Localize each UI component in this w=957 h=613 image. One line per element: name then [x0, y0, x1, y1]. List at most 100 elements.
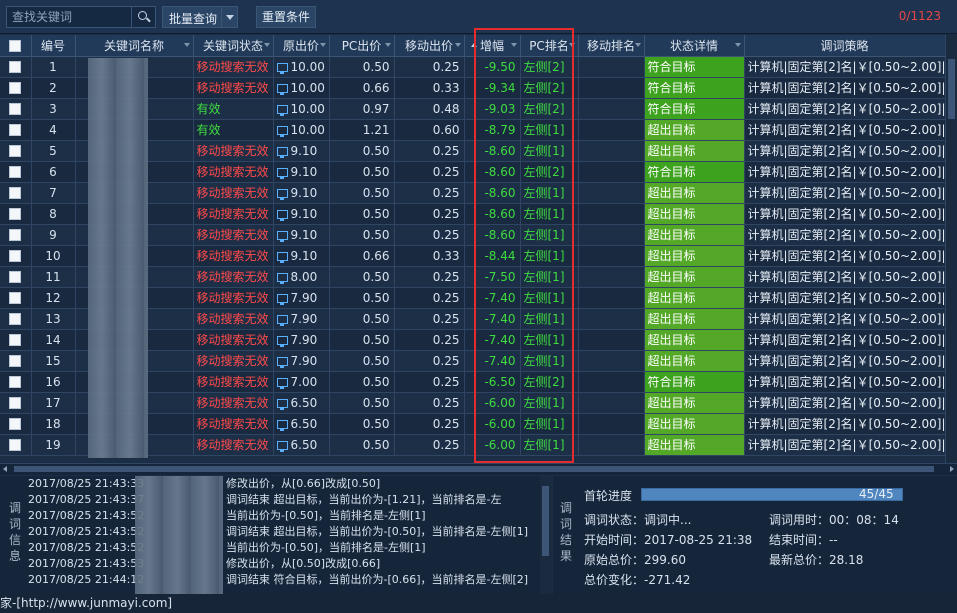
log-side-label: 调词信息 [8, 501, 21, 563]
batch-query-dropdown[interactable]: 批量查询 [162, 6, 238, 28]
row-checkbox[interactable] [9, 439, 22, 451]
row-checkbox[interactable] [9, 250, 22, 262]
header-pc-bid[interactable]: PC出价 [329, 35, 395, 57]
header-strategy[interactable]: 调词策略 [744, 35, 946, 57]
row-keyword-status: 移动搜索无效 [193, 413, 274, 435]
scrollbar-thumb[interactable] [542, 486, 549, 556]
row-select-cell[interactable] [0, 287, 32, 309]
row-select-cell[interactable] [0, 119, 32, 141]
row-strategy: 计算机|固定第[2]名|￥[0.50~2.00]|禧 [744, 308, 946, 330]
header-mobile-rank[interactable]: 移动排名 [578, 35, 645, 57]
row-checkbox[interactable] [9, 145, 22, 157]
column-menu-icon[interactable] [510, 43, 517, 47]
column-menu-icon[interactable] [384, 43, 391, 47]
log-line: 2017/08/25 21:43:53 修改出价，从[0.50]改成[0.66] [28, 556, 538, 572]
header-increase[interactable]: 增幅 [464, 35, 521, 57]
row-select-cell[interactable] [0, 434, 32, 456]
row-select-cell[interactable] [0, 182, 32, 204]
header-orig-bid[interactable]: 原出价 [273, 35, 330, 57]
column-menu-icon[interactable] [634, 43, 641, 47]
row-select-cell[interactable] [0, 56, 32, 78]
column-menu-icon[interactable] [734, 43, 741, 47]
row-select-cell[interactable] [0, 392, 32, 414]
row-strategy: 计算机|固定第[2]名|￥[0.50~2.00]|禧 [744, 140, 946, 162]
status-label-text: 调词状态 [584, 513, 633, 527]
row-select-cell[interactable] [0, 266, 32, 288]
row-checkbox[interactable] [9, 397, 22, 409]
header-keyword-status[interactable]: 关键词状态 [193, 35, 274, 57]
column-menu-icon[interactable] [263, 43, 270, 47]
log-timestamp: 2017/08/25 21:43:33 [28, 477, 145, 490]
row-checkbox[interactable] [9, 61, 22, 73]
row-select-cell[interactable] [0, 413, 32, 435]
row-checkbox[interactable] [9, 418, 22, 430]
header-status-detail[interactable]: 状态详情 [644, 35, 745, 57]
row-checkbox[interactable] [9, 313, 22, 325]
column-menu-icon[interactable] [319, 43, 326, 47]
row-checkbox[interactable] [9, 124, 22, 136]
row-checkbox[interactable] [9, 229, 22, 241]
chevron-down-icon[interactable] [221, 7, 237, 27]
row-select-cell[interactable] [0, 98, 32, 120]
row-select-cell[interactable] [0, 329, 32, 351]
row-pc-bid: 0.66 [329, 245, 395, 267]
row-checkbox[interactable] [9, 376, 22, 388]
scrollbar-thumb[interactable] [948, 59, 955, 119]
header-keyword-name[interactable]: 关键词名称 [75, 35, 194, 57]
row-pc-bid: 0.66 [329, 77, 395, 99]
log-scrollbar[interactable] [540, 476, 552, 594]
header-num[interactable]: 编号 [31, 35, 76, 57]
select-all-checkbox[interactable] [9, 39, 22, 52]
row-checkbox[interactable] [9, 103, 22, 115]
row-checkbox[interactable] [9, 292, 22, 304]
orig-total-value: ：299.60 [632, 553, 687, 567]
row-select-cell[interactable] [0, 371, 32, 393]
column-menu-icon[interactable] [183, 43, 190, 47]
row-mobile-rank [578, 371, 645, 393]
scrollbar-thumb[interactable] [14, 466, 934, 472]
scroll-right-icon[interactable] [950, 466, 954, 472]
row-select-cell[interactable] [0, 245, 32, 267]
scroll-left-icon[interactable] [3, 466, 7, 472]
table-horizontal-scrollbar[interactable] [0, 463, 957, 475]
row-orig-bid: 7.00 [273, 371, 330, 393]
row-select-cell[interactable] [0, 308, 32, 330]
column-menu-icon[interactable] [454, 43, 461, 47]
reset-conditions-button[interactable]: 重置条件 [256, 6, 316, 28]
row-pc-rank: 左侧[2] [520, 56, 579, 78]
progress-text: 45/45 [859, 487, 894, 501]
toolbar: 批量查询 重置条件 0/1123 [0, 0, 957, 34]
row-pc-rank: 左侧[1] [520, 245, 579, 267]
new-total-value: ：28.18 [817, 553, 864, 567]
row-status-detail: 超出目标 [644, 308, 745, 330]
row-select-cell[interactable] [0, 350, 32, 372]
row-checkbox[interactable] [9, 187, 22, 199]
log-line: 2017/08/25 21:43:52 当前出价为-[0.50]，当前排名是-左侧… [28, 540, 538, 556]
row-checkbox[interactable] [9, 355, 22, 367]
row-checkbox[interactable] [9, 334, 22, 346]
row-select-cell[interactable] [0, 203, 32, 225]
header-select-all[interactable] [0, 35, 32, 57]
row-select-cell[interactable] [0, 224, 32, 246]
row-checkbox[interactable] [9, 208, 22, 220]
row-checkbox[interactable] [9, 166, 22, 178]
row-select-cell[interactable] [0, 77, 32, 99]
row-checkbox[interactable] [9, 271, 22, 283]
row-pc-bid: 0.50 [329, 56, 395, 78]
header-mobile-bid[interactable]: 移动出价 [394, 35, 465, 57]
row-mobile-bid: 0.25 [394, 56, 465, 78]
header-pc-rank[interactable]: PC排名 [520, 35, 579, 57]
row-num: 4 [31, 119, 76, 141]
row-select-cell[interactable] [0, 161, 32, 183]
header-keyword-name-label: 关键词名称 [103, 38, 164, 53]
column-menu-icon[interactable] [568, 43, 575, 47]
search-input[interactable] [7, 7, 131, 27]
monitor-icon [276, 419, 288, 431]
row-select-cell[interactable] [0, 140, 32, 162]
row-keyword-status: 移动搜索无效 [193, 203, 274, 225]
log-timestamp: 2017/08/25 21:43:37 [28, 493, 145, 506]
row-checkbox[interactable] [9, 82, 22, 94]
table-vertical-scrollbar[interactable] [945, 35, 957, 463]
search-button[interactable] [131, 7, 155, 27]
row-pc-rank: 左侧[1] [520, 308, 579, 330]
